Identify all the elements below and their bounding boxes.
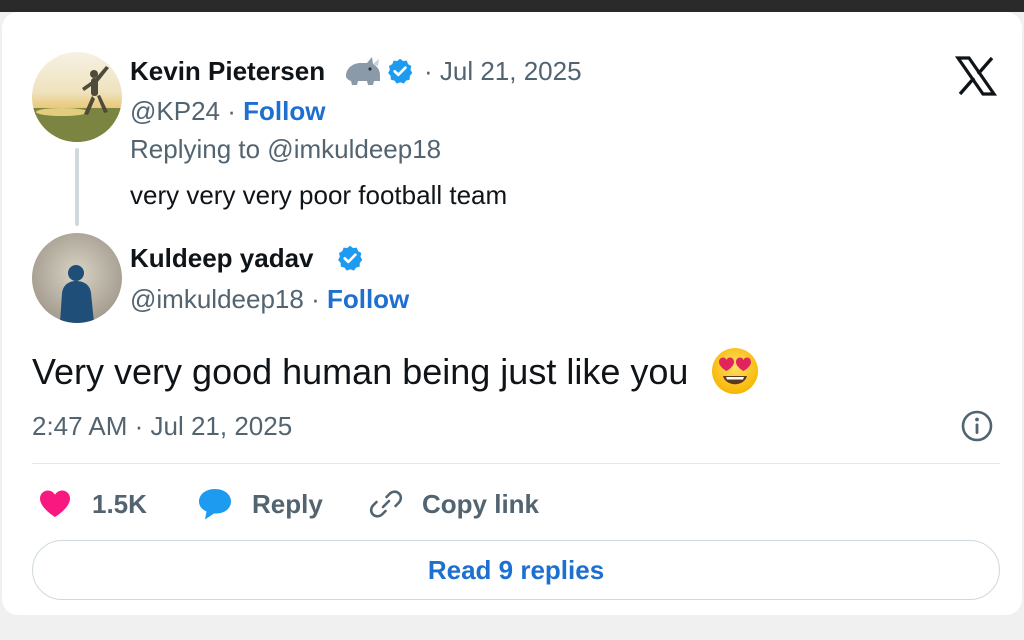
avatar-photo: [32, 52, 122, 142]
link-icon: [369, 490, 403, 518]
avatar-kevin-pietersen[interactable]: [32, 52, 122, 142]
verified-badge-icon: [338, 245, 363, 271]
handle-separator: ·: [227, 96, 236, 126]
thread-connector-line: [75, 148, 79, 226]
actions-divider: [32, 463, 1000, 464]
info-icon[interactable]: [960, 409, 994, 443]
copy-link-label: Copy link: [422, 489, 540, 519]
handle-row-kevin-pietersen: @KP24 · Follow: [130, 96, 325, 126]
like-button[interactable]: 1.5K: [38, 484, 147, 524]
author-name-kevin-pietersen[interactable]: Kevin Pietersen: [130, 56, 325, 86]
avatar-photo: [32, 233, 122, 323]
author-name-kuldeep-yadav[interactable]: Kuldeep yadav: [130, 243, 314, 273]
verified-badge-icon: [388, 58, 413, 84]
like-count: 1.5K: [92, 489, 147, 519]
heart-eyes-emoji-icon: [712, 348, 758, 394]
follow-button-kp24[interactable]: Follow: [243, 96, 325, 126]
reply-tweet-timestamp[interactable]: 2:47 AM · Jul 21, 2025: [32, 411, 292, 441]
copy-link-button[interactable]: Copy link: [368, 484, 539, 524]
speech-bubble-icon: [199, 489, 231, 520]
read-replies-button[interactable]: Read 9 replies: [32, 540, 1000, 600]
reply-tweet-text: Very very good human being just like you: [32, 351, 689, 392]
window-top-edge: [0, 0, 1024, 12]
embedded-tweet-card: Kevin Pietersen · Jul 21, 2025 @KP24 · F…: [2, 12, 1022, 615]
original-tweet-date[interactable]: · Jul 21, 2025: [424, 56, 582, 86]
reply-label: Reply: [252, 489, 323, 519]
avatar-kuldeep-yadav[interactable]: [32, 233, 122, 323]
original-tweet-text: very very very poor football team: [130, 180, 508, 210]
handle-kp24[interactable]: @KP24: [130, 96, 220, 126]
reply-button[interactable]: Reply: [196, 484, 323, 524]
read-replies-label: Read 9 replies: [427, 554, 605, 585]
handle-row-kuldeep-yadav: @imkuldeep18 · Follow: [130, 284, 409, 314]
heart-icon: [40, 490, 70, 517]
handle-imkuldeep18[interactable]: @imkuldeep18: [130, 284, 304, 314]
replying-to-label: Replying to @imkuldeep18: [130, 134, 442, 164]
follow-button-imkuldeep18[interactable]: Follow: [327, 284, 409, 314]
rhino-icon: [346, 57, 380, 85]
handle-separator: ·: [311, 284, 320, 314]
x-logo-icon[interactable]: [954, 54, 998, 98]
